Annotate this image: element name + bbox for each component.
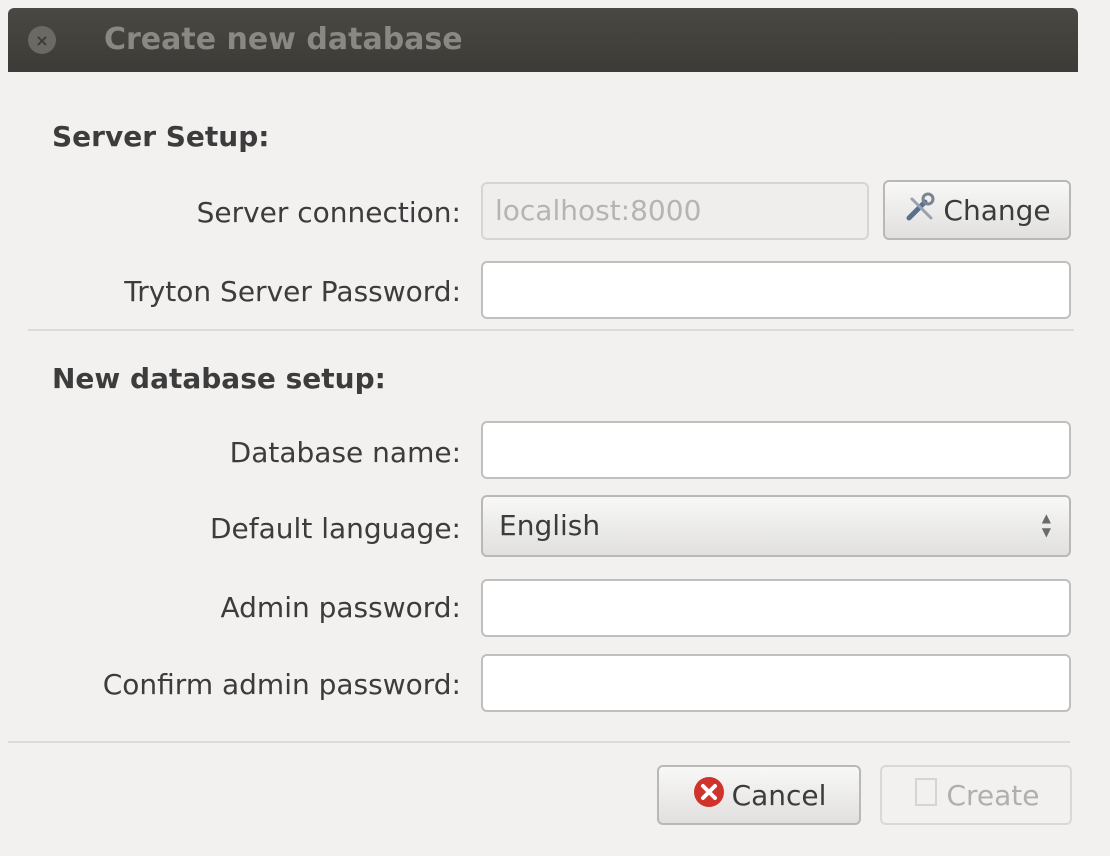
window-titlebar: × Create new database: [8, 8, 1078, 72]
confirm-password-label: Confirm admin password:: [102, 668, 461, 701]
default-language-label: Default language:: [209, 512, 461, 545]
create-button[interactable]: Create: [880, 765, 1072, 825]
server-password-label: Tryton Server Password:: [124, 275, 461, 308]
database-name-field[interactable]: [481, 421, 1071, 479]
change-server-button[interactable]: Change: [883, 180, 1071, 240]
default-language-value: English: [499, 509, 601, 542]
confirm-password-field[interactable]: [481, 654, 1071, 712]
cancel-icon: [692, 775, 726, 816]
section-separator: [28, 329, 1074, 331]
buttons-separator: [8, 741, 1070, 743]
select-arrows-icon: ▲ ▼: [1041, 511, 1051, 539]
create-label: Create: [946, 778, 1040, 812]
server-connection-field: localhost:8000: [481, 182, 869, 240]
new-database-heading: New database setup:: [52, 362, 386, 395]
change-button-label: Change: [943, 193, 1051, 227]
document-icon: [912, 776, 940, 815]
server-password-field[interactable]: [481, 261, 1071, 319]
database-name-label: Database name:: [229, 436, 461, 469]
cancel-label: Cancel: [731, 778, 827, 812]
tools-icon: [903, 190, 937, 231]
server-connection-label: Server connection:: [196, 196, 461, 229]
close-icon[interactable]: ×: [28, 26, 56, 54]
default-language-select[interactable]: English ▲ ▼: [481, 495, 1071, 557]
window-title: Create new database: [104, 22, 463, 57]
server-setup-heading: Server Setup:: [52, 120, 270, 153]
admin-password-field[interactable]: [481, 579, 1071, 637]
admin-password-label: Admin password:: [220, 591, 461, 624]
cancel-button[interactable]: Cancel: [657, 765, 861, 825]
